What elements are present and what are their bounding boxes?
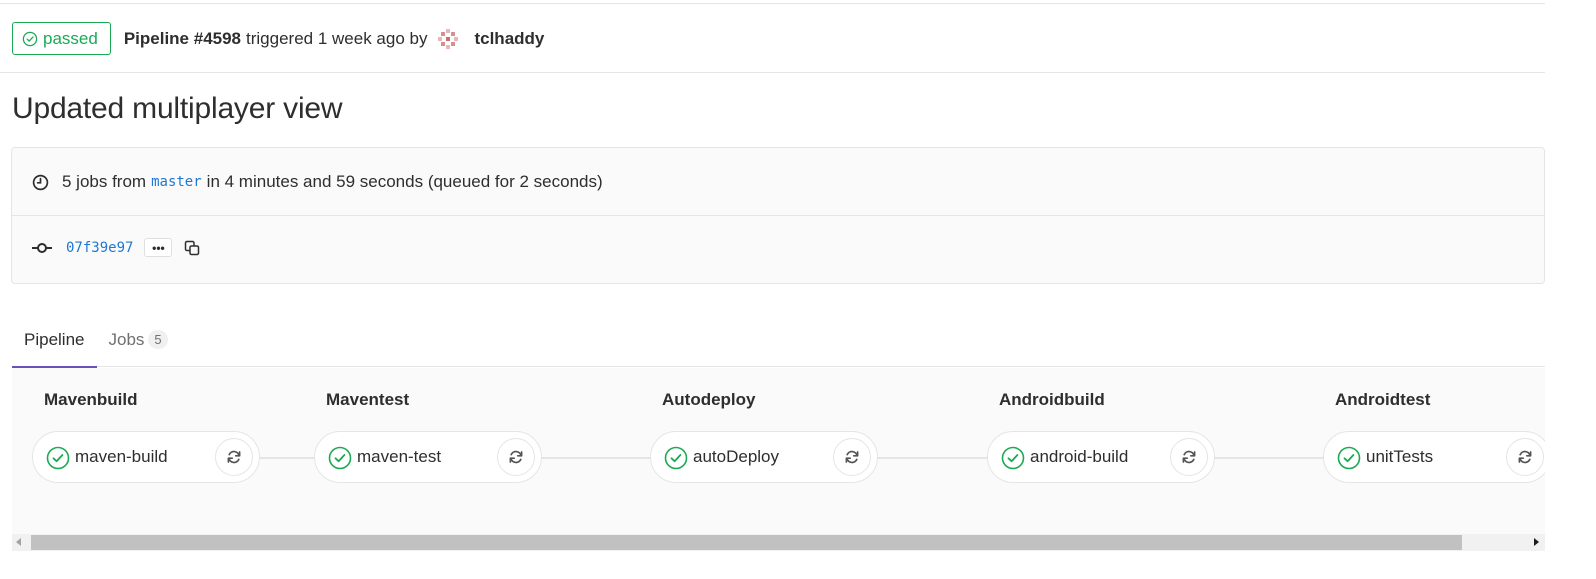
pipeline-id: Pipeline #4598 xyxy=(123,28,242,48)
retry-icon xyxy=(1518,450,1532,464)
job-autodeploy[interactable]: autoDeploy xyxy=(650,431,878,483)
job-maven-build[interactable]: maven-build xyxy=(32,431,260,483)
top-divider xyxy=(0,3,1545,4)
stage-title: Androidbuild xyxy=(999,390,1105,409)
job-name: maven-test xyxy=(357,447,442,466)
jobs-prefix: 5 jobs from xyxy=(62,172,147,191)
check-circle-icon xyxy=(328,446,352,470)
pipeline-header: passed Pipeline #4598 triggered 1 week a… xyxy=(12,22,544,55)
retry-icon xyxy=(509,450,523,464)
tab-jobs[interactable]: Jobs 5 xyxy=(97,312,180,367)
jobs-summary: 5 jobs from master in 4 minutes and 59 s… xyxy=(32,172,603,192)
pipeline-graph: Mavenbuild maven-build Maventest maven-t… xyxy=(12,368,1545,534)
horizontal-scrollbar[interactable] xyxy=(12,534,1545,551)
check-circle-icon xyxy=(22,31,38,46)
copy-icon[interactable] xyxy=(184,240,200,256)
info-divider xyxy=(12,215,1544,216)
job-unit-tests[interactable]: unitTests xyxy=(1323,431,1545,483)
stage-title: Mavenbuild xyxy=(44,390,138,409)
pipeline-tabs: Pipeline Jobs 5 xyxy=(12,312,1545,368)
status-badge[interactable]: passed xyxy=(12,22,111,55)
retry-button[interactable] xyxy=(1506,438,1544,476)
check-circle-icon xyxy=(1001,446,1025,470)
commit-message-toggle-button[interactable]: ••• xyxy=(144,238,173,257)
author-link[interactable]: tclhaddy xyxy=(474,29,544,49)
commit-row: 07f39e97 ••• xyxy=(32,238,200,257)
tab-pipeline-label: Pipeline xyxy=(24,329,85,349)
avatar[interactable] xyxy=(437,28,459,50)
jobs-suffix: in 4 minutes and 59 seconds (queued for … xyxy=(206,172,603,191)
pipeline-info: Pipeline #4598 triggered 1 week ago by t… xyxy=(123,28,544,50)
stage-connector xyxy=(260,457,314,459)
page-title: Updated multiplayer view xyxy=(12,92,343,125)
scroll-right-icon[interactable] xyxy=(1534,538,1539,546)
stage-connector xyxy=(878,457,988,459)
header-divider xyxy=(0,72,1545,73)
job-name: unitTests xyxy=(1366,447,1434,466)
check-circle-icon xyxy=(664,446,688,470)
clock-icon xyxy=(32,174,49,190)
job-name: android-build xyxy=(1030,447,1129,466)
retry-button[interactable] xyxy=(215,438,253,476)
retry-icon xyxy=(227,450,241,464)
status-label: passed xyxy=(43,28,98,48)
pipeline-info-box: 5 jobs from master in 4 minutes and 59 s… xyxy=(11,147,1545,284)
stage-connector xyxy=(1214,457,1324,459)
check-circle-icon xyxy=(46,446,70,470)
jobs-count-badge: 5 xyxy=(148,330,168,349)
stage-connector xyxy=(542,457,652,459)
retry-icon xyxy=(1182,450,1196,464)
check-circle-icon xyxy=(1337,446,1361,470)
retry-icon xyxy=(845,450,859,464)
retry-button[interactable] xyxy=(1170,438,1208,476)
stage-title: Autodeploy xyxy=(662,390,756,409)
commit-sha-link[interactable]: 07f39e97 xyxy=(66,240,133,256)
branch-link[interactable]: master xyxy=(151,174,202,190)
stage-title: Maventest xyxy=(326,390,410,409)
job-maven-test[interactable]: maven-test xyxy=(314,431,542,483)
commit-icon xyxy=(32,242,52,253)
retry-button[interactable] xyxy=(497,438,535,476)
retry-button[interactable] xyxy=(833,438,871,476)
scroll-thumb[interactable] xyxy=(31,535,1462,550)
tab-pipeline[interactable]: Pipeline xyxy=(12,312,97,368)
job-android-build[interactable]: android-build xyxy=(987,431,1215,483)
triggered-text: triggered 1 week ago by xyxy=(246,28,428,48)
stage-title: Androidtest xyxy=(1335,390,1431,409)
tab-jobs-label: Jobs xyxy=(108,329,145,349)
scroll-left-icon[interactable] xyxy=(16,538,21,546)
job-name: maven-build xyxy=(75,447,168,466)
job-name: autoDeploy xyxy=(693,447,780,466)
